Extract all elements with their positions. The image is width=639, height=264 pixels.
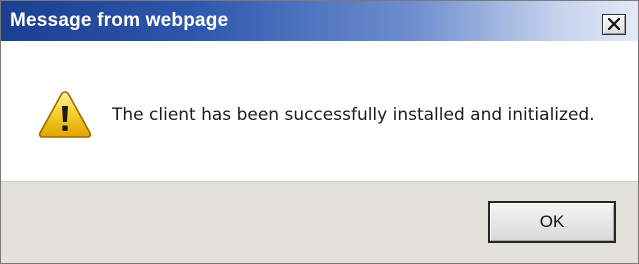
- dialog-body: The client has been successfully install…: [1, 41, 638, 181]
- ok-button[interactable]: OK: [488, 201, 616, 243]
- warning-icon: [38, 91, 92, 138]
- close-button[interactable]: [602, 14, 626, 35]
- dialog-footer: OK: [1, 181, 638, 263]
- dialog-title: Message from webpage: [10, 10, 229, 31]
- close-icon: [608, 18, 620, 30]
- dialog-titlebar[interactable]: Message from webpage: [1, 1, 638, 41]
- message-dialog: Message from webpage The client has been…: [0, 0, 639, 264]
- dialog-message: The client has been successfully install…: [112, 105, 595, 125]
